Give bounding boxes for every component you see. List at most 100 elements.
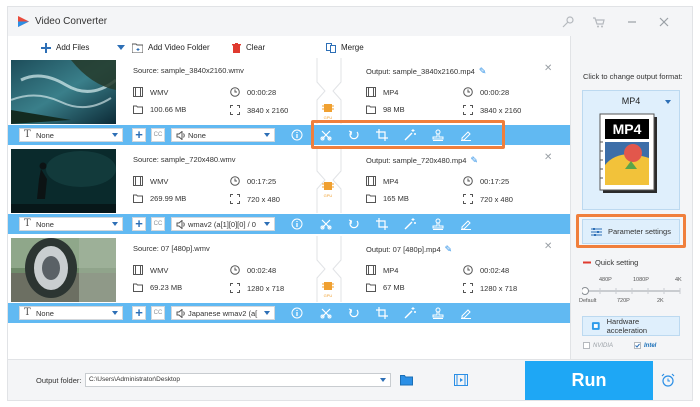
- add-subtitle-button[interactable]: +: [132, 306, 146, 320]
- add-subtitle-button[interactable]: +: [132, 217, 146, 231]
- folder-icon: [133, 105, 143, 114]
- hardware-acceleration-button[interactable]: Hardware acceleration: [582, 316, 680, 336]
- add-files-button[interactable]: Add Files: [41, 41, 89, 54]
- pencil-icon[interactable]: ✎: [479, 66, 487, 76]
- video-thumbnail[interactable]: [11, 60, 116, 124]
- gauge-icon: [583, 261, 591, 264]
- toolbar: Add Files Add Video Folder Clear Merge: [7, 36, 570, 58]
- info-icon[interactable]: [291, 307, 303, 319]
- merge-button[interactable]: Merge: [326, 41, 364, 54]
- film-icon: [366, 265, 376, 275]
- intel-option[interactable]: Intel: [634, 339, 656, 352]
- nvidia-option[interactable]: NVIDIA: [583, 339, 613, 352]
- source-size: 269.99 MB: [133, 194, 186, 203]
- remove-item-icon[interactable]: ✕: [544, 63, 552, 74]
- close-icon[interactable]: [657, 15, 671, 29]
- output-format-panel: Click to change output format: MP4 MP4 P…: [570, 36, 693, 359]
- file-list: Source: sample_3840x2160.wmv Output: sam…: [7, 58, 571, 359]
- output-folder-input[interactable]: C:\Users\Administrator\Desktop: [85, 373, 391, 387]
- add-subtitle-button[interactable]: +: [132, 128, 146, 142]
- speaker-icon: [176, 220, 185, 229]
- source-filename: Source: sample_3840x2160.wmv: [133, 66, 244, 75]
- scissors-icon[interactable]: [320, 307, 332, 319]
- merge-label: Merge: [341, 43, 364, 52]
- cart-icon[interactable]: [591, 15, 605, 29]
- scissors-icon[interactable]: [320, 218, 332, 230]
- alarm-clock-icon[interactable]: [661, 373, 675, 387]
- output-format-selector[interactable]: MP4 MP4: [582, 90, 680, 210]
- list-item[interactable]: Source: sample_720x480.wmv Output: sampl…: [8, 147, 571, 236]
- key-icon[interactable]: [561, 15, 575, 29]
- mp4-format-icon: MP4: [599, 113, 657, 193]
- subtitle-edit-icon[interactable]: [460, 218, 472, 230]
- rotate-icon[interactable]: [348, 307, 360, 319]
- resolution-icon: [463, 194, 473, 204]
- resolution-icon: [463, 283, 473, 293]
- add-video-folder-button[interactable]: Add Video Folder: [132, 41, 210, 54]
- resolution-icon: [230, 194, 240, 204]
- effects-wand-icon[interactable]: [404, 307, 416, 319]
- info-icon[interactable]: [291, 129, 303, 141]
- video-thumbnail[interactable]: [11, 149, 116, 213]
- clear-button[interactable]: Clear: [232, 41, 265, 54]
- rotate-icon[interactable]: [348, 218, 360, 230]
- minimize-icon[interactable]: [625, 15, 639, 29]
- film-icon: [133, 87, 143, 97]
- remove-item-icon[interactable]: ✕: [544, 152, 552, 163]
- subtitle-select[interactable]: T None: [19, 217, 123, 231]
- checkbox-icon: [583, 342, 590, 349]
- gpu-icon: GPU: [322, 181, 334, 198]
- svg-text:MP4: MP4: [613, 121, 642, 137]
- list-item[interactable]: Source: 07 [480p].wmv Output: 07 [480p].…: [8, 236, 571, 325]
- watermark-stamp-icon[interactable]: [432, 307, 444, 319]
- cc-icon[interactable]: CC: [151, 306, 165, 320]
- output-format: MP4: [366, 176, 398, 186]
- source-size: 100.66 MB: [133, 105, 186, 114]
- quality-480p: 480P: [599, 277, 612, 283]
- crop-icon[interactable]: [376, 307, 388, 319]
- subtitle-edit-icon[interactable]: [460, 307, 472, 319]
- edit-toolbar: T None + CC Japanese wmav2 (a[: [8, 303, 571, 323]
- pencil-icon[interactable]: ✎: [470, 155, 478, 165]
- title-bar: Video Converter: [7, 6, 693, 36]
- video-thumbnail[interactable]: [11, 238, 116, 302]
- chevron-down-icon: [380, 378, 386, 382]
- output-size: 165 MB: [366, 194, 409, 203]
- quality-slider[interactable]: [582, 285, 682, 297]
- pencil-icon[interactable]: ✎: [445, 244, 453, 254]
- output-duration: 00:00:28: [463, 87, 509, 97]
- subtitle-select[interactable]: T None: [19, 128, 123, 142]
- chevron-down-icon: [112, 222, 118, 226]
- effects-wand-icon[interactable]: [404, 218, 416, 230]
- open-folder-icon[interactable]: [400, 374, 414, 386]
- app-title: Video Converter: [35, 16, 108, 27]
- cc-icon[interactable]: CC: [151, 217, 165, 231]
- audio-track-select[interactable]: Japanese wmav2 (a[: [171, 306, 275, 320]
- output-folder-label: Output folder:: [36, 376, 82, 385]
- speaker-icon: [176, 131, 185, 140]
- run-button[interactable]: Run: [525, 361, 653, 400]
- cc-icon[interactable]: CC: [151, 128, 165, 142]
- audio-track-select[interactable]: wmav2 (a[1][0][0] / 0: [171, 217, 275, 231]
- chevron-down-icon: [112, 311, 118, 315]
- text-icon: T: [24, 129, 31, 140]
- video-folder-icon[interactable]: [454, 374, 468, 386]
- subtitle-select[interactable]: T None: [19, 306, 123, 320]
- output-resolution: 1280 x 718: [463, 283, 517, 293]
- output-size: 98 MB: [366, 105, 405, 114]
- watermark-stamp-icon[interactable]: [432, 218, 444, 230]
- add-files-label: Add Files: [56, 43, 90, 52]
- text-icon: T: [24, 218, 31, 229]
- clock-icon: [463, 265, 473, 275]
- info-icon[interactable]: [291, 218, 303, 230]
- clock-icon: [463, 176, 473, 186]
- crop-icon[interactable]: [376, 218, 388, 230]
- remove-item-icon[interactable]: ✕: [544, 241, 552, 252]
- film-icon: [133, 265, 143, 275]
- chevron-down-icon: [264, 133, 270, 137]
- audio-track-select[interactable]: None: [171, 128, 275, 142]
- quality-720p: 720P: [617, 298, 630, 304]
- output-filename: Output: sample_3840x2160.mp4 ✎: [366, 66, 487, 76]
- chevron-down-icon[interactable]: [117, 45, 125, 50]
- merge-icon: [326, 42, 336, 53]
